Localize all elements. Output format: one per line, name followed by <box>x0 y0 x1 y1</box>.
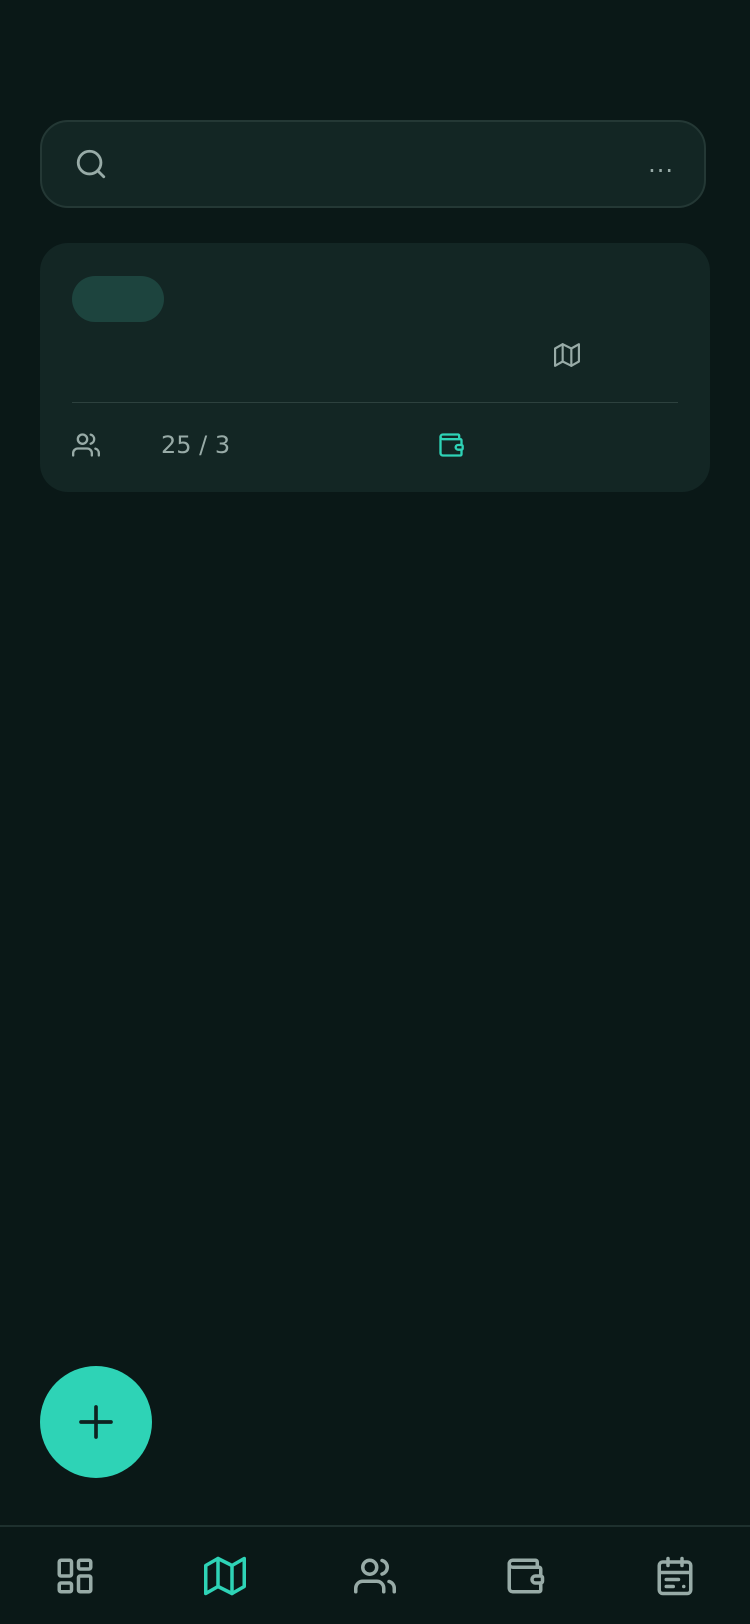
status-chip <box>72 276 164 322</box>
search-bar[interactable]: ... <box>40 120 706 208</box>
search-icon <box>74 147 108 181</box>
add-button[interactable] <box>40 1366 152 1478</box>
card-divider <box>72 402 678 403</box>
wallet-icon <box>437 431 465 459</box>
users-icon <box>72 431 101 459</box>
users-icon <box>354 1555 396 1597</box>
dashboard-icon <box>54 1555 96 1597</box>
member-count: 25 / 3 <box>161 431 231 459</box>
nav-wallet[interactable] <box>450 1527 600 1624</box>
nav-dashboard[interactable] <box>0 1527 150 1624</box>
search-input[interactable] <box>124 148 633 180</box>
wallet-icon <box>504 1555 546 1597</box>
trip-card[interactable]: 25 / 3 <box>40 243 710 492</box>
nav-calendar[interactable] <box>600 1527 750 1624</box>
map-icon <box>554 342 580 368</box>
calendar-icon <box>654 1555 696 1597</box>
nav-map[interactable] <box>150 1527 300 1624</box>
more-icon[interactable]: ... <box>648 152 674 176</box>
plus-icon <box>76 1402 116 1442</box>
nav-users[interactable] <box>300 1527 450 1624</box>
map-icon <box>204 1555 246 1597</box>
bottom-nav <box>0 1525 750 1624</box>
